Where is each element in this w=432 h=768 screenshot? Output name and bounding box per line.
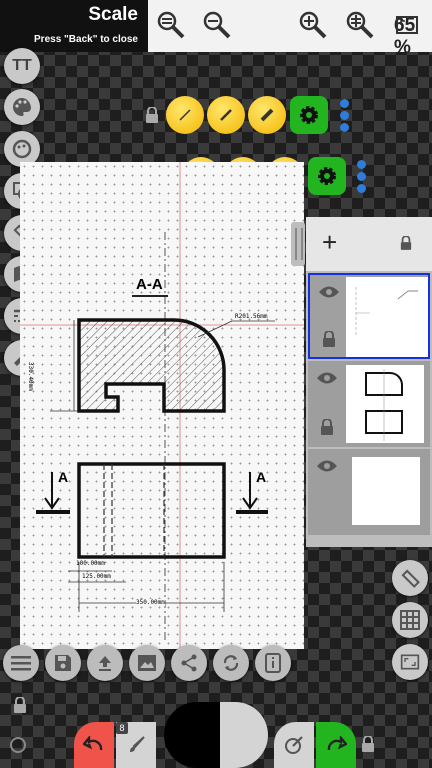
paintbrush-icon [130, 736, 145, 752]
share-icon [181, 654, 197, 672]
lock-icon[interactable] [400, 235, 412, 255]
info-button[interactable] [255, 645, 291, 681]
dimension-350: 350.00mm [136, 599, 165, 606]
zoom-toolbar: 65 % [148, 0, 432, 58]
zoom-in-double-icon [346, 11, 374, 39]
palette-icon [13, 98, 31, 116]
text-tool-button[interactable]: TT [4, 48, 40, 84]
dimension-100: 100.00mm [76, 560, 105, 567]
redo-icon [327, 736, 347, 751]
zoom-out-double-icon [157, 11, 185, 39]
grid-icon [400, 610, 420, 630]
gear-icon [300, 106, 318, 124]
image-icon [138, 655, 156, 671]
share-button[interactable] [171, 645, 207, 681]
text-icon: TT [12, 57, 32, 74]
brush-size-badge: 8 [116, 722, 128, 734]
primary-color-swatch[interactable] [164, 702, 226, 768]
menu-icon [11, 656, 31, 671]
more-options-icon[interactable] [357, 157, 367, 196]
lock-icon[interactable] [13, 696, 27, 718]
upload-button[interactable] [87, 645, 123, 681]
grid-button[interactable] [392, 602, 428, 638]
radius-dimension: R201.56mm [235, 313, 268, 320]
lock-icon[interactable] [320, 418, 334, 440]
layer-thumbnail [352, 457, 420, 525]
ruler-icon [401, 569, 420, 588]
undo-button[interactable] [74, 722, 114, 768]
save-icon [55, 655, 71, 671]
fit-screen-icon [396, 16, 418, 34]
menu-button[interactable] [3, 645, 39, 681]
layer-item[interactable] [308, 449, 430, 535]
layer-item[interactable] [308, 361, 430, 447]
panel-hint: Press "Back" to close [34, 34, 138, 45]
eye-icon[interactable] [316, 459, 338, 478]
brush-thin-button[interactable] [166, 96, 204, 134]
brush-icon [179, 109, 191, 121]
measure-tool-button[interactable] [392, 560, 428, 596]
redo-button[interactable] [316, 722, 356, 768]
undo-icon [83, 736, 103, 751]
palette-outline-icon [12, 139, 32, 159]
technical-drawing [20, 162, 304, 649]
zoom-out-max-button[interactable] [154, 8, 188, 42]
secondary-color-swatch[interactable] [220, 702, 268, 768]
scale-panel: Scale Press "Back" to close [0, 0, 148, 52]
section-arrow-label-left: A [58, 469, 69, 485]
add-layer-button[interactable]: + [322, 229, 337, 255]
layers-header: + [306, 217, 432, 271]
fit-screen-icon [400, 654, 420, 670]
drawing-canvas[interactable]: A-A A A R201.56mm 330.40mm 100.00mm 125.… [20, 162, 304, 649]
image-button[interactable] [129, 645, 165, 681]
lock-icon[interactable] [361, 735, 375, 757]
eye-icon[interactable] [318, 285, 340, 304]
zoom-out-button[interactable] [200, 8, 234, 42]
layer-thumbnail [346, 277, 428, 357]
panel-title: Scale [88, 4, 138, 25]
save-button[interactable] [45, 645, 81, 681]
upload-icon [99, 656, 111, 671]
sync-button[interactable] [213, 645, 249, 681]
section-arrow-label-right: A [256, 469, 267, 485]
compass-icon [285, 736, 303, 754]
dimension-125: 125.00mm [82, 573, 111, 580]
lock-icon[interactable] [322, 330, 336, 352]
brush-icon [260, 108, 274, 122]
section-label: A-A [136, 276, 163, 293]
gear-icon [318, 167, 336, 185]
brush-settings-button[interactable] [290, 96, 328, 134]
zoom-out-icon [203, 11, 231, 39]
sync-icon [223, 655, 239, 671]
zoom-in-button[interactable] [296, 8, 330, 42]
layer-thumbnail [346, 365, 424, 443]
compass-tool-button[interactable] [274, 722, 314, 768]
layers-drag-handle[interactable] [291, 222, 305, 266]
brush-thick-button[interactable] [248, 96, 286, 134]
brush-medium-button[interactable] [207, 96, 245, 134]
info-icon [265, 653, 281, 673]
record-indicator[interactable] [10, 737, 26, 753]
palette-button[interactable] [4, 89, 40, 125]
brush-tool-button[interactable]: 8 [116, 722, 156, 768]
fit-view-button[interactable] [392, 644, 428, 680]
zoom-in-icon [299, 11, 327, 39]
layers-panel: + [306, 217, 432, 547]
height-dimension: 330.40mm [27, 362, 34, 391]
line-settings-button[interactable] [308, 157, 346, 195]
zoom-in-max-button[interactable] [343, 8, 377, 42]
fit-screen-button[interactable] [390, 8, 424, 42]
more-options-icon[interactable] [340, 96, 350, 135]
brush-icon [220, 109, 232, 121]
eye-icon[interactable] [316, 371, 338, 390]
layer-item[interactable] [308, 273, 430, 359]
lock-icon[interactable] [145, 106, 159, 128]
